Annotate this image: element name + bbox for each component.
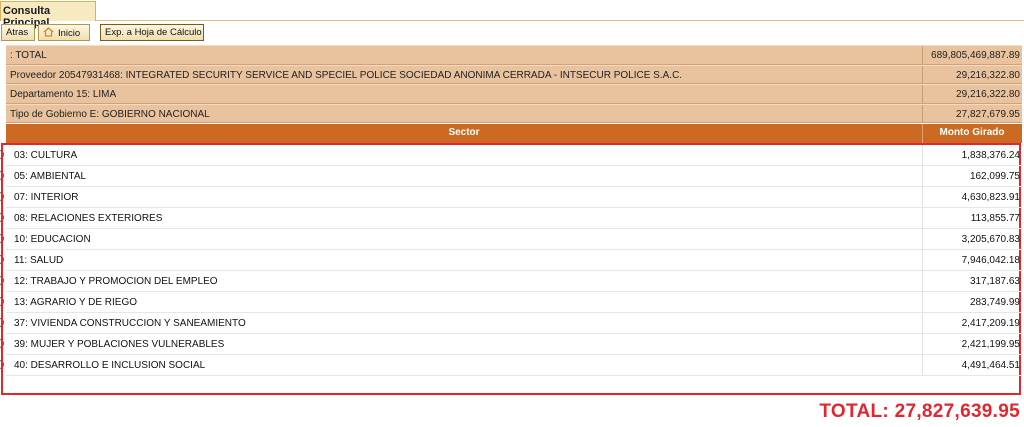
table-row[interactable]: 12: TRABAJO Y PROMOCION DEL EMPLEO 317,1… (0, 271, 1022, 292)
summary-value: 689,805,469,887.89 (931, 50, 1020, 61)
summary-row-tipo-gobierno[interactable]: Tipo de Gobierno E: GOBIERNO NACIONAL 27… (6, 103, 1022, 123)
home-button-label: Inicio (58, 28, 81, 39)
table-row[interactable]: 40: DESARROLLO E INCLUSION SOCIAL 4,491,… (0, 355, 1022, 376)
tab-bar: Consulta Principal (0, 0, 1024, 29)
summary-label: Proveedor 20547931468: INTEGRATED SECURI… (10, 69, 683, 81)
back-button[interactable]: Atras (1, 24, 35, 41)
table-row[interactable]: 05: AMBIENTAL 162,099.75 (0, 166, 1022, 187)
export-spreadsheet-button[interactable]: Exp. a Hoja de Cálculo (100, 24, 204, 41)
home-button[interactable]: Inicio (38, 24, 90, 41)
table-row[interactable]: 10: EDUCACION 3,205,670.83 (0, 229, 1022, 250)
row-monto: 2,417,209.19 (961, 318, 1020, 329)
summary-row-departamento[interactable]: Departamento 15: LIMA 29,216,322.80 (6, 84, 1022, 104)
row-sector: 03: CULTURA (14, 150, 78, 161)
row-sector: 39: MUJER Y POBLACIONES VULNERABLES (14, 339, 225, 350)
row-monto: 113,855.77 (970, 213, 1020, 224)
table-row[interactable]: 37: VIVIENDA CONSTRUCCION Y SANEAMIENTO … (0, 313, 1022, 334)
summary-rows: : TOTAL 689,805,469,887.89 Proveedor 205… (6, 45, 1022, 123)
table-row[interactable]: 08: RELACIONES EXTERIORES 113,855.77 (0, 208, 1022, 229)
row-monto: 2,421,199.95 (961, 339, 1020, 350)
summary-row-total[interactable]: : TOTAL 689,805,469,887.89 (6, 45, 1022, 65)
summary-value: 27,827,679.95 (956, 108, 1020, 120)
row-sector: 05: AMBIENTAL (14, 171, 87, 182)
table-row[interactable]: 13: AGRARIO Y DE RIEGO 283,749.99 (0, 292, 1022, 313)
home-icon (43, 27, 54, 37)
row-sector: 37: VIVIENDA CONSTRUCCION Y SANEAMIENTO (14, 318, 246, 329)
row-monto: 162,099.75 (969, 171, 1020, 182)
tab-consulta-principal[interactable]: Consulta Principal (0, 1, 96, 29)
summary-value: 29,216,322.80 (956, 69, 1020, 81)
summary-label: Departamento 15: LIMA (10, 89, 117, 100)
table-row[interactable]: 11: SALUD 7,946,042.18 (0, 250, 1022, 271)
row-sector: 10: EDUCACION (14, 234, 91, 245)
row-sector: 40: DESARROLLO E INCLUSION SOCIAL (14, 360, 206, 371)
row-sector: 11: SALUD (14, 255, 64, 266)
summary-label: : TOTAL (10, 50, 47, 61)
column-header-sector[interactable]: Sector (6, 127, 922, 138)
row-monto: 283,749.99 (969, 297, 1020, 308)
total-annotation: TOTAL: 27,827,639.95 (819, 401, 1020, 422)
table-row[interactable]: 07: INTERIOR 4,630,823.91 (0, 187, 1022, 208)
column-header-monto-girado[interactable]: Monto Girado (922, 127, 1022, 138)
row-monto: 3,205,670.83 (961, 234, 1020, 245)
row-monto: 4,491,464.51 (961, 360, 1020, 371)
table-row[interactable]: 03: CULTURA 1,838,376.24 (0, 145, 1022, 166)
row-sector: 08: RELACIONES EXTERIORES (14, 213, 163, 224)
row-monto: 1,838,376.24 (961, 150, 1020, 161)
toolbar: Atras Inicio Exp. a Hoja de Cálculo (0, 22, 1024, 42)
summary-label: Tipo de Gobierno E: GOBIERNO NACIONAL (10, 108, 210, 120)
table-row[interactable]: 39: MUJER Y POBLACIONES VULNERABLES 2,42… (0, 334, 1022, 355)
summary-value: 29,216,322.80 (956, 89, 1020, 100)
table-header: Sector Monto Girado (6, 124, 1022, 143)
row-monto: 7,946,042.18 (961, 255, 1020, 266)
row-sector: 07: INTERIOR (14, 192, 79, 203)
row-sector: 12: TRABAJO Y PROMOCION DEL EMPLEO (14, 276, 218, 287)
summary-row-proveedor[interactable]: Proveedor 20547931468: INTEGRATED SECURI… (6, 64, 1022, 84)
row-monto: 317,187.63 (969, 276, 1020, 287)
row-monto: 4,630,823.91 (961, 192, 1020, 203)
row-sector: 13: AGRARIO Y DE RIEGO (14, 297, 138, 308)
